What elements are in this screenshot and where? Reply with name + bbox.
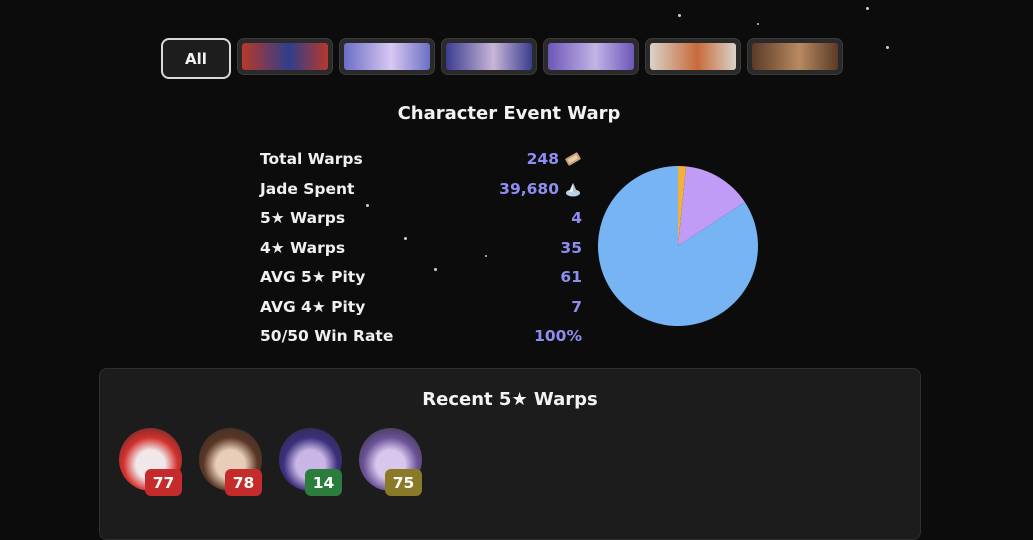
pass-ticket-icon [565, 152, 581, 166]
recent-warp-avatar[interactable]: 78 [199, 428, 262, 496]
stat-row-avg-5star-pity: AVG 5★ Pity 61 [260, 268, 582, 298]
pity-badge: 78 [225, 469, 262, 496]
rarity-pie-chart [598, 166, 758, 326]
background-star [886, 46, 889, 49]
recent-5star-panel: Recent 5★ Warps 77 78 14 75 [99, 368, 921, 540]
stat-row-5star-warps: 5★ Warps 4 [260, 209, 582, 239]
banner-2-thumbnail [344, 43, 430, 70]
recent-title: Recent 5★ Warps [422, 389, 598, 410]
recent-avatar-list: 77 78 14 75 [119, 428, 422, 496]
stat-row-total-warps: Total Warps 248 [260, 150, 582, 180]
background-star [866, 7, 869, 10]
stat-value: 39,680 [499, 180, 582, 198]
stat-label: AVG 5★ Pity [260, 268, 366, 286]
banner-1-thumbnail [242, 43, 328, 70]
stat-value: 35 [560, 238, 582, 257]
stat-value: 61 [560, 268, 582, 286]
stat-label: 50/50 Win Rate [260, 327, 394, 345]
filter-banner-1[interactable] [237, 38, 333, 75]
filter-banner-3[interactable] [441, 38, 537, 75]
stat-row-4star-warps: 4★ Warps 35 [260, 239, 582, 269]
stat-value-text: 39,680 [499, 179, 559, 198]
filter-banner-6[interactable] [747, 38, 843, 75]
filter-all-button[interactable]: All [161, 38, 231, 79]
stat-value: 100% [534, 327, 582, 345]
stat-value: 248 [527, 150, 582, 168]
summary-title: Character Event Warp [397, 103, 621, 124]
banner-3-thumbnail [446, 43, 532, 70]
banner-5-thumbnail [650, 43, 736, 70]
recent-warp-avatar[interactable]: 14 [279, 428, 342, 496]
pity-badge: 77 [145, 469, 182, 496]
stat-label: Total Warps [260, 150, 363, 168]
filter-banner-5[interactable] [645, 38, 741, 75]
stat-row-avg-4star-pity: AVG 4★ Pity 7 [260, 298, 582, 328]
recent-warp-avatar[interactable]: 75 [359, 428, 422, 496]
banner-6-thumbnail [752, 43, 838, 70]
stat-value: 7 [571, 297, 582, 316]
background-star [757, 23, 759, 25]
stats-table: Total Warps 248 Jade Spent 39,680 5★ War… [260, 150, 582, 357]
jade-icon [566, 182, 580, 196]
background-star [678, 14, 681, 17]
recent-warp-avatar[interactable]: 77 [119, 428, 182, 496]
filter-banner-4[interactable] [543, 38, 639, 75]
pity-badge: 14 [305, 469, 342, 496]
stat-label: AVG 4★ Pity [260, 297, 366, 316]
stat-value: 4 [571, 209, 582, 227]
stat-row-win-rate: 50/50 Win Rate 100% [260, 327, 582, 357]
stat-label: 5★ Warps [260, 209, 346, 227]
stat-label: Jade Spent [260, 179, 355, 198]
stat-value-text: 248 [526, 150, 559, 168]
banner-4-thumbnail [548, 43, 634, 70]
filter-banner-2[interactable] [339, 38, 435, 75]
banner-filter-bar: All [161, 38, 843, 79]
stat-label: 4★ Warps [260, 238, 346, 257]
stat-row-jade-spent: Jade Spent 39,680 [260, 180, 582, 210]
pity-badge: 75 [385, 469, 422, 496]
